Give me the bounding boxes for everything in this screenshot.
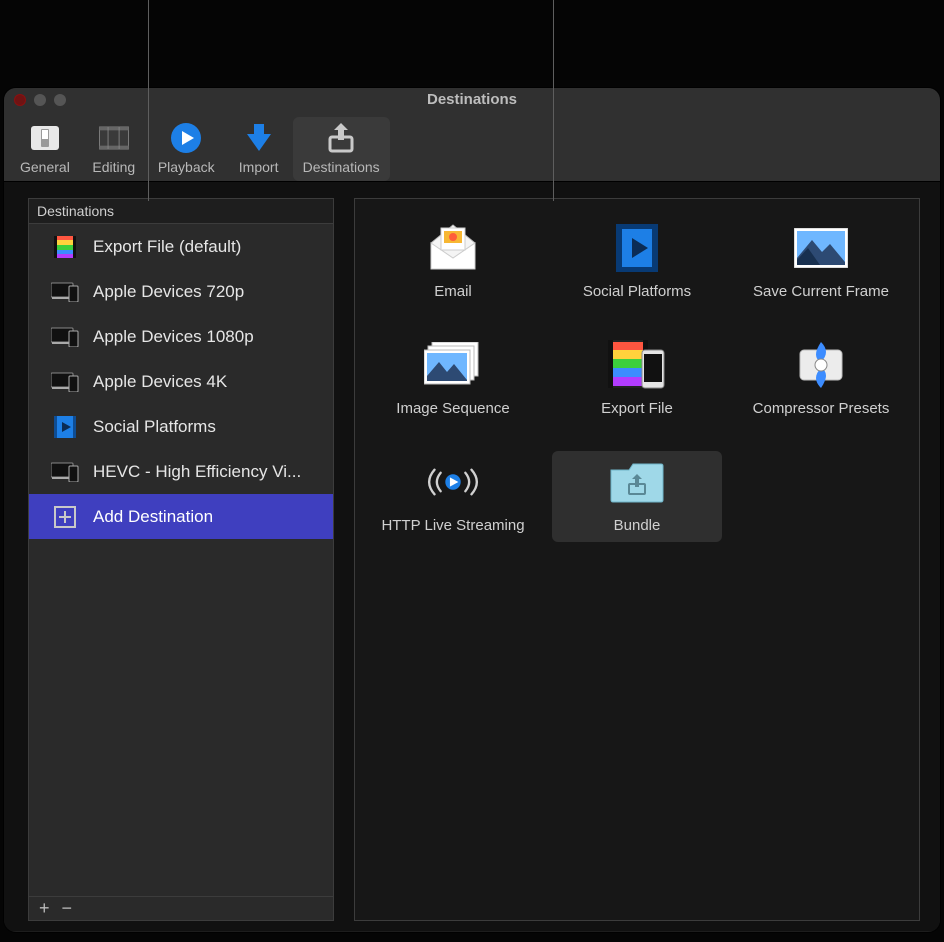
tab-playback[interactable]: Playback <box>148 117 225 181</box>
sidebar-footer: + − <box>29 896 333 920</box>
filmstrip-icon <box>97 121 131 155</box>
film-play-icon <box>607 223 667 273</box>
add-button[interactable]: + <box>39 898 50 919</box>
play-circle-icon <box>169 121 203 155</box>
devices-icon <box>51 281 79 303</box>
tile-label: Email <box>434 283 472 300</box>
sidebar-item-label: Apple Devices 4K <box>93 372 227 392</box>
devices-icon <box>51 371 79 393</box>
tile-label: Social Platforms <box>583 283 691 300</box>
tile-label: Bundle <box>614 517 661 534</box>
gallery-item-bundle[interactable]: Bundle <box>552 451 722 542</box>
titlebar[interactable]: Destinations <box>4 88 940 111</box>
sidebar: Destinations Export File (default) Apple… <box>28 198 334 921</box>
tab-label: Import <box>239 159 279 175</box>
tab-label: Editing <box>92 159 135 175</box>
film-phone-icon <box>607 340 667 390</box>
gallery-item-export-file[interactable]: Export File <box>552 334 722 425</box>
sidebar-item-label: Social Platforms <box>93 417 216 437</box>
tile-label: HTTP Live Streaming <box>381 517 524 534</box>
sidebar-item-hevc[interactable]: HEVC - High Efficiency Vi... <box>29 449 333 494</box>
gallery-item-hls[interactable]: HTTP Live Streaming <box>368 451 538 542</box>
tile-label: Image Sequence <box>396 400 509 417</box>
folder-share-icon <box>607 457 667 507</box>
sidebar-item-apple-720[interactable]: Apple Devices 720p <box>29 269 333 314</box>
compressor-icon <box>791 340 851 390</box>
sidebar-item-apple-1080[interactable]: Apple Devices 1080p <box>29 314 333 359</box>
sidebar-item-label: Apple Devices 1080p <box>93 327 254 347</box>
body: Destinations Export File (default) Apple… <box>4 182 940 931</box>
tab-general[interactable]: General <box>10 117 80 181</box>
gallery-grid: Email Social Platforms Save Current Fram… <box>365 217 909 542</box>
filmstrip-color-icon <box>51 236 79 258</box>
preferences-window: Destinations General Editing Playback Im… <box>4 88 940 932</box>
minimize-window-icon[interactable] <box>34 94 46 106</box>
slider-icon <box>28 121 62 155</box>
tile-label: Export File <box>601 400 673 417</box>
callout-line-gallery <box>553 0 554 201</box>
photo-stack-icon <box>423 340 483 390</box>
share-icon <box>324 121 358 155</box>
tab-destinations[interactable]: Destinations <box>293 117 390 181</box>
sidebar-item-label: Export File (default) <box>93 237 241 257</box>
tab-label: Playback <box>158 159 215 175</box>
tab-editing[interactable]: Editing <box>80 117 148 181</box>
remove-button[interactable]: − <box>62 898 73 919</box>
gallery-item-social[interactable]: Social Platforms <box>552 217 722 308</box>
window-title: Destinations <box>427 91 517 108</box>
envelope-icon <box>423 223 483 273</box>
sidebar-item-label: Apple Devices 720p <box>93 282 244 302</box>
gallery: Email Social Platforms Save Current Fram… <box>354 198 920 921</box>
tab-import[interactable]: Import <box>225 117 293 181</box>
download-arrow-icon <box>242 121 276 155</box>
tab-label: Destinations <box>303 159 380 175</box>
sidebar-header: Destinations <box>29 199 333 224</box>
gallery-item-compressor[interactable]: Compressor Presets <box>736 334 906 425</box>
zoom-window-icon[interactable] <box>54 94 66 106</box>
film-play-icon <box>51 416 79 438</box>
gallery-item-image-seq[interactable]: Image Sequence <box>368 334 538 425</box>
toolbar: General Editing Playback Import Destinat… <box>4 111 940 181</box>
photo-mountain-icon <box>791 223 851 273</box>
sidebar-item-label: Add Destination <box>93 507 213 527</box>
close-window-icon[interactable] <box>14 94 26 106</box>
window-controls <box>14 94 66 106</box>
tile-label: Save Current Frame <box>753 283 889 300</box>
sidebar-item-add-destination[interactable]: Add Destination <box>29 494 333 539</box>
gallery-item-email[interactable]: Email <box>368 217 538 308</box>
add-box-icon <box>51 506 79 528</box>
sidebar-item-label: HEVC - High Efficiency Vi... <box>93 462 301 482</box>
tile-label: Compressor Presets <box>753 400 890 417</box>
tab-label: General <box>20 159 70 175</box>
sidebar-item-export-file[interactable]: Export File (default) <box>29 224 333 269</box>
sidebar-item-social[interactable]: Social Platforms <box>29 404 333 449</box>
sidebar-item-apple-4k[interactable]: Apple Devices 4K <box>29 359 333 404</box>
callout-line-sidebar <box>148 0 149 201</box>
broadcast-icon <box>423 457 483 507</box>
devices-icon <box>51 461 79 483</box>
sidebar-list: Export File (default) Apple Devices 720p… <box>29 224 333 896</box>
devices-icon <box>51 326 79 348</box>
gallery-item-save-frame[interactable]: Save Current Frame <box>736 217 906 308</box>
